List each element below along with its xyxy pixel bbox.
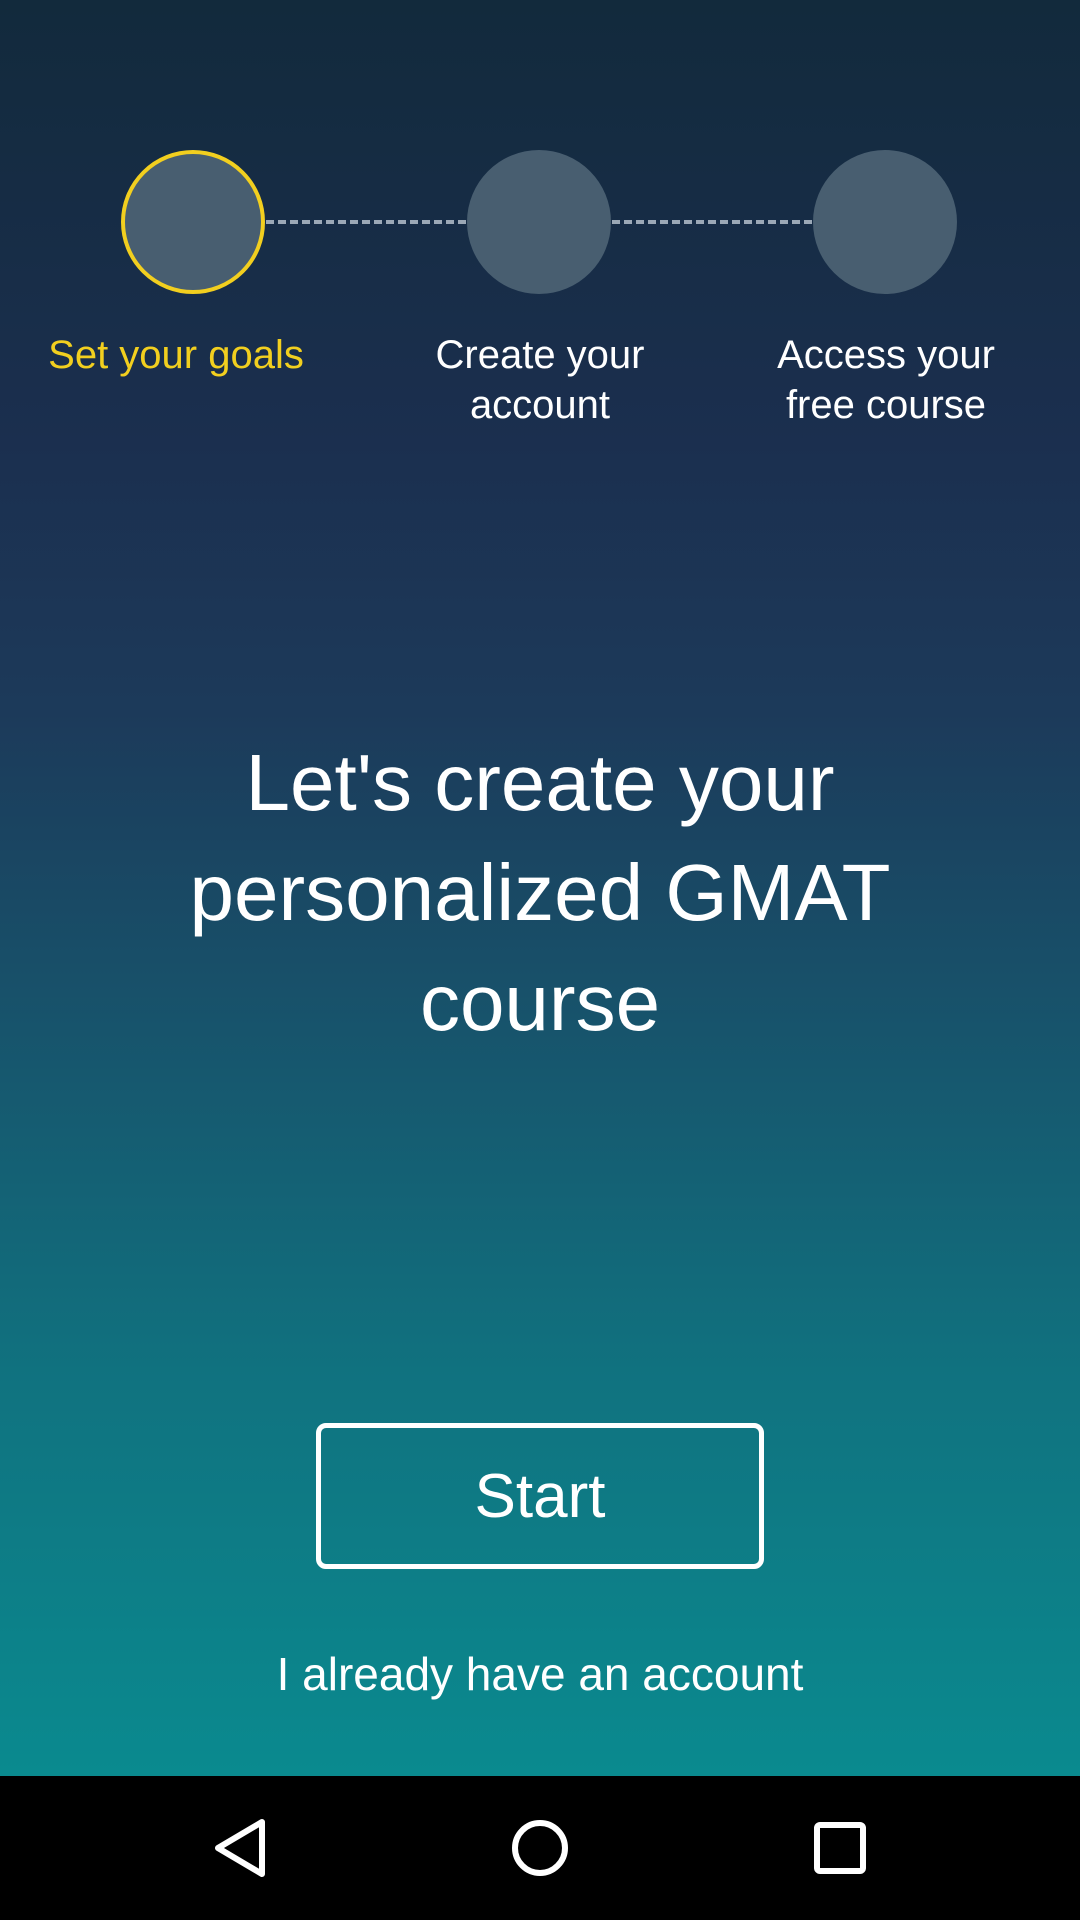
step-1-indicator bbox=[121, 150, 265, 294]
home-button[interactable] bbox=[490, 1798, 590, 1898]
back-button[interactable] bbox=[190, 1798, 290, 1898]
step-3-indicator bbox=[813, 150, 957, 294]
recent-apps-icon bbox=[814, 1822, 866, 1874]
existing-account-link[interactable]: I already have an account bbox=[140, 1644, 940, 1704]
step-2-indicator bbox=[467, 150, 611, 294]
recent-apps-button[interactable] bbox=[790, 1798, 890, 1898]
step-2-label: Create your account bbox=[435, 333, 645, 427]
start-button[interactable]: Start bbox=[316, 1423, 764, 1569]
home-icon bbox=[512, 1820, 568, 1876]
step-1-label: Set your goals bbox=[48, 333, 304, 377]
step-connector bbox=[266, 220, 466, 224]
back-icon bbox=[215, 1819, 265, 1877]
android-navigation-bar bbox=[0, 1776, 1080, 1920]
step-connector bbox=[612, 220, 812, 224]
page-headline: Let's create your personalized GMAT cour… bbox=[189, 738, 891, 1047]
step-3-label: Access your free course bbox=[777, 333, 995, 427]
progress-stepper: Set your goals Create your account Acces… bbox=[0, 0, 1080, 440]
onboarding-screen: Set your goals Create your account Acces… bbox=[0, 0, 1080, 1776]
